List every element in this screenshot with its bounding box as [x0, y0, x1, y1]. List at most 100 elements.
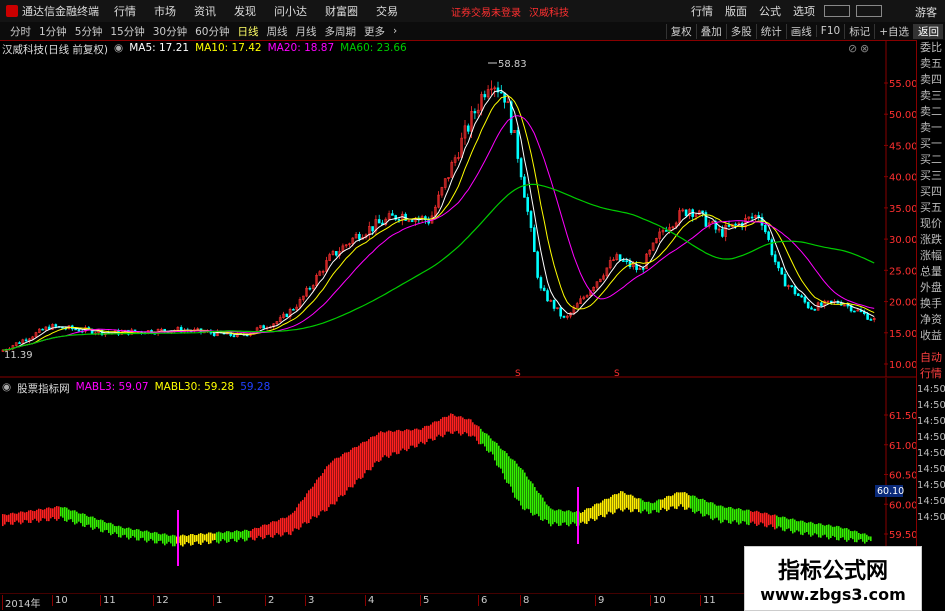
window-icon[interactable] [824, 5, 850, 17]
tool-mark[interactable]: 标记 [844, 23, 874, 39]
menu-quotes[interactable]: 行情 [105, 3, 145, 19]
candlestick-chart[interactable]: 55.00 50.00 45.00 40.00 35.00 30.00 25.00 20.00… [0, 40, 916, 378]
indicator-bar [216, 532, 218, 543]
tool-f10[interactable]: F10 [815, 25, 844, 37]
candle-body [846, 304, 850, 307]
indicator-bar [326, 466, 328, 511]
menu-right-quotes[interactable]: 行情 [685, 3, 719, 19]
sidebar-quote-label: 卖二 [920, 105, 942, 118]
indicator-bar [124, 528, 126, 535]
indicator-bar [672, 495, 674, 507]
menu-trade[interactable]: 交易 [367, 3, 407, 19]
indicator-bar [390, 430, 392, 456]
candle-body [796, 293, 800, 297]
period-tab[interactable]: 周线 [263, 24, 292, 39]
period-tab[interactable]: 5分钟 [71, 24, 107, 39]
indicator-bar [742, 510, 744, 522]
menu-ask[interactable]: 问小达 [265, 3, 316, 19]
x-tick-label: 3 [305, 595, 314, 606]
candle-body [546, 290, 549, 302]
indicator-bar [832, 526, 834, 536]
menu-options[interactable]: 选项 [787, 3, 821, 19]
indicator-bar [730, 507, 732, 524]
indicator-bar [494, 441, 496, 461]
candle-body [734, 223, 737, 226]
indicator-bar [462, 417, 464, 435]
period-tab[interactable]: 1分钟 [35, 24, 71, 39]
indicator-bar [522, 469, 524, 510]
period-tab[interactable]: 多周期 [321, 24, 361, 39]
indicator-bar [698, 499, 700, 511]
indicator-bar [682, 492, 684, 507]
login-warning[interactable]: 证券交易未登录 [447, 4, 525, 19]
indicator-bar [370, 437, 372, 471]
indicator-bar [28, 510, 30, 523]
tool-multi[interactable]: 多股 [725, 23, 756, 39]
sidebar-quote-label: 涨幅 [920, 249, 942, 262]
indicator-bar [192, 534, 194, 545]
period-tab-daily[interactable]: 日线 [234, 24, 263, 39]
indicator-bar [48, 507, 50, 522]
indicator-bar [140, 530, 142, 539]
menu-wealth[interactable]: 财富圈 [316, 3, 367, 19]
y-tick-label: 25.00 [889, 266, 916, 277]
candle-body [41, 328, 44, 331]
indicator-bar [612, 494, 614, 515]
candle-body [262, 325, 266, 329]
minimize-icon[interactable] [856, 5, 882, 17]
indicator-bar [248, 530, 250, 538]
app-logo: 通达信金融终端 [0, 0, 105, 22]
indicator-bar [142, 531, 144, 538]
indicator-bar [856, 531, 858, 543]
tool-draw[interactable]: 画线 [785, 23, 816, 39]
menu-discover[interactable]: 发现 [225, 3, 265, 19]
high-price-label: 58.83 [498, 59, 527, 70]
menu-news[interactable]: 资讯 [185, 3, 225, 19]
indicator-bar [448, 415, 450, 432]
indicator-bar [560, 509, 562, 526]
indicator-bar [260, 526, 262, 538]
indicator-bar [632, 495, 634, 512]
indicator-bar [256, 528, 258, 538]
indicator-bar [250, 530, 252, 538]
indicator-bar [342, 454, 344, 497]
candle-body [308, 287, 312, 290]
menu-layout[interactable]: 版面 [719, 3, 753, 19]
indicator-bar [480, 428, 482, 445]
indicator-bar [588, 508, 590, 522]
candle-body [727, 224, 731, 227]
tool-overlay[interactable]: 叠加 [695, 23, 726, 39]
sidebar-tick-label[interactable]: 自动 [917, 350, 945, 366]
candle-body [869, 319, 873, 321]
indicator-bar [350, 449, 352, 488]
sidebar-quote-label: 换手 [920, 297, 942, 310]
tool-watchlist[interactable]: +自选 [874, 23, 913, 39]
indicator-bar [768, 514, 770, 526]
tool-stats[interactable]: 统计 [755, 23, 786, 39]
period-tab[interactable]: 60分钟 [191, 24, 233, 39]
indicator-bar [644, 501, 646, 510]
menu-formula[interactable]: 公式 [753, 3, 787, 19]
indicator-bar [622, 491, 624, 512]
tool-back[interactable]: 返回 [913, 23, 943, 39]
indicator-bar [648, 501, 650, 515]
indicator-bar [858, 532, 860, 540]
indicator-bar [812, 522, 814, 536]
indicator-bar [116, 526, 118, 534]
sidebar-tick-label[interactable]: 行情 [917, 366, 945, 382]
period-tab[interactable]: 30分钟 [149, 24, 191, 39]
watermark-title: 指标公式网 [777, 559, 888, 584]
menu-market[interactable]: 市场 [145, 3, 185, 19]
period-tab[interactable]: 月线 [292, 24, 321, 39]
guest-label[interactable]: 游客 [915, 4, 937, 20]
chevron-right-icon[interactable]: › [389, 25, 401, 37]
period-tab-more[interactable]: 更多 [360, 24, 389, 39]
indicator-bar [504, 451, 506, 480]
candle-body [684, 209, 688, 216]
indicator-bar [58, 506, 60, 519]
period-tab[interactable]: 分时 [6, 24, 35, 39]
indicator-bar [200, 533, 202, 545]
tool-adjust[interactable]: 复权 [665, 23, 696, 39]
period-tab[interactable]: 15分钟 [106, 24, 148, 39]
indicator-bar [78, 513, 80, 522]
